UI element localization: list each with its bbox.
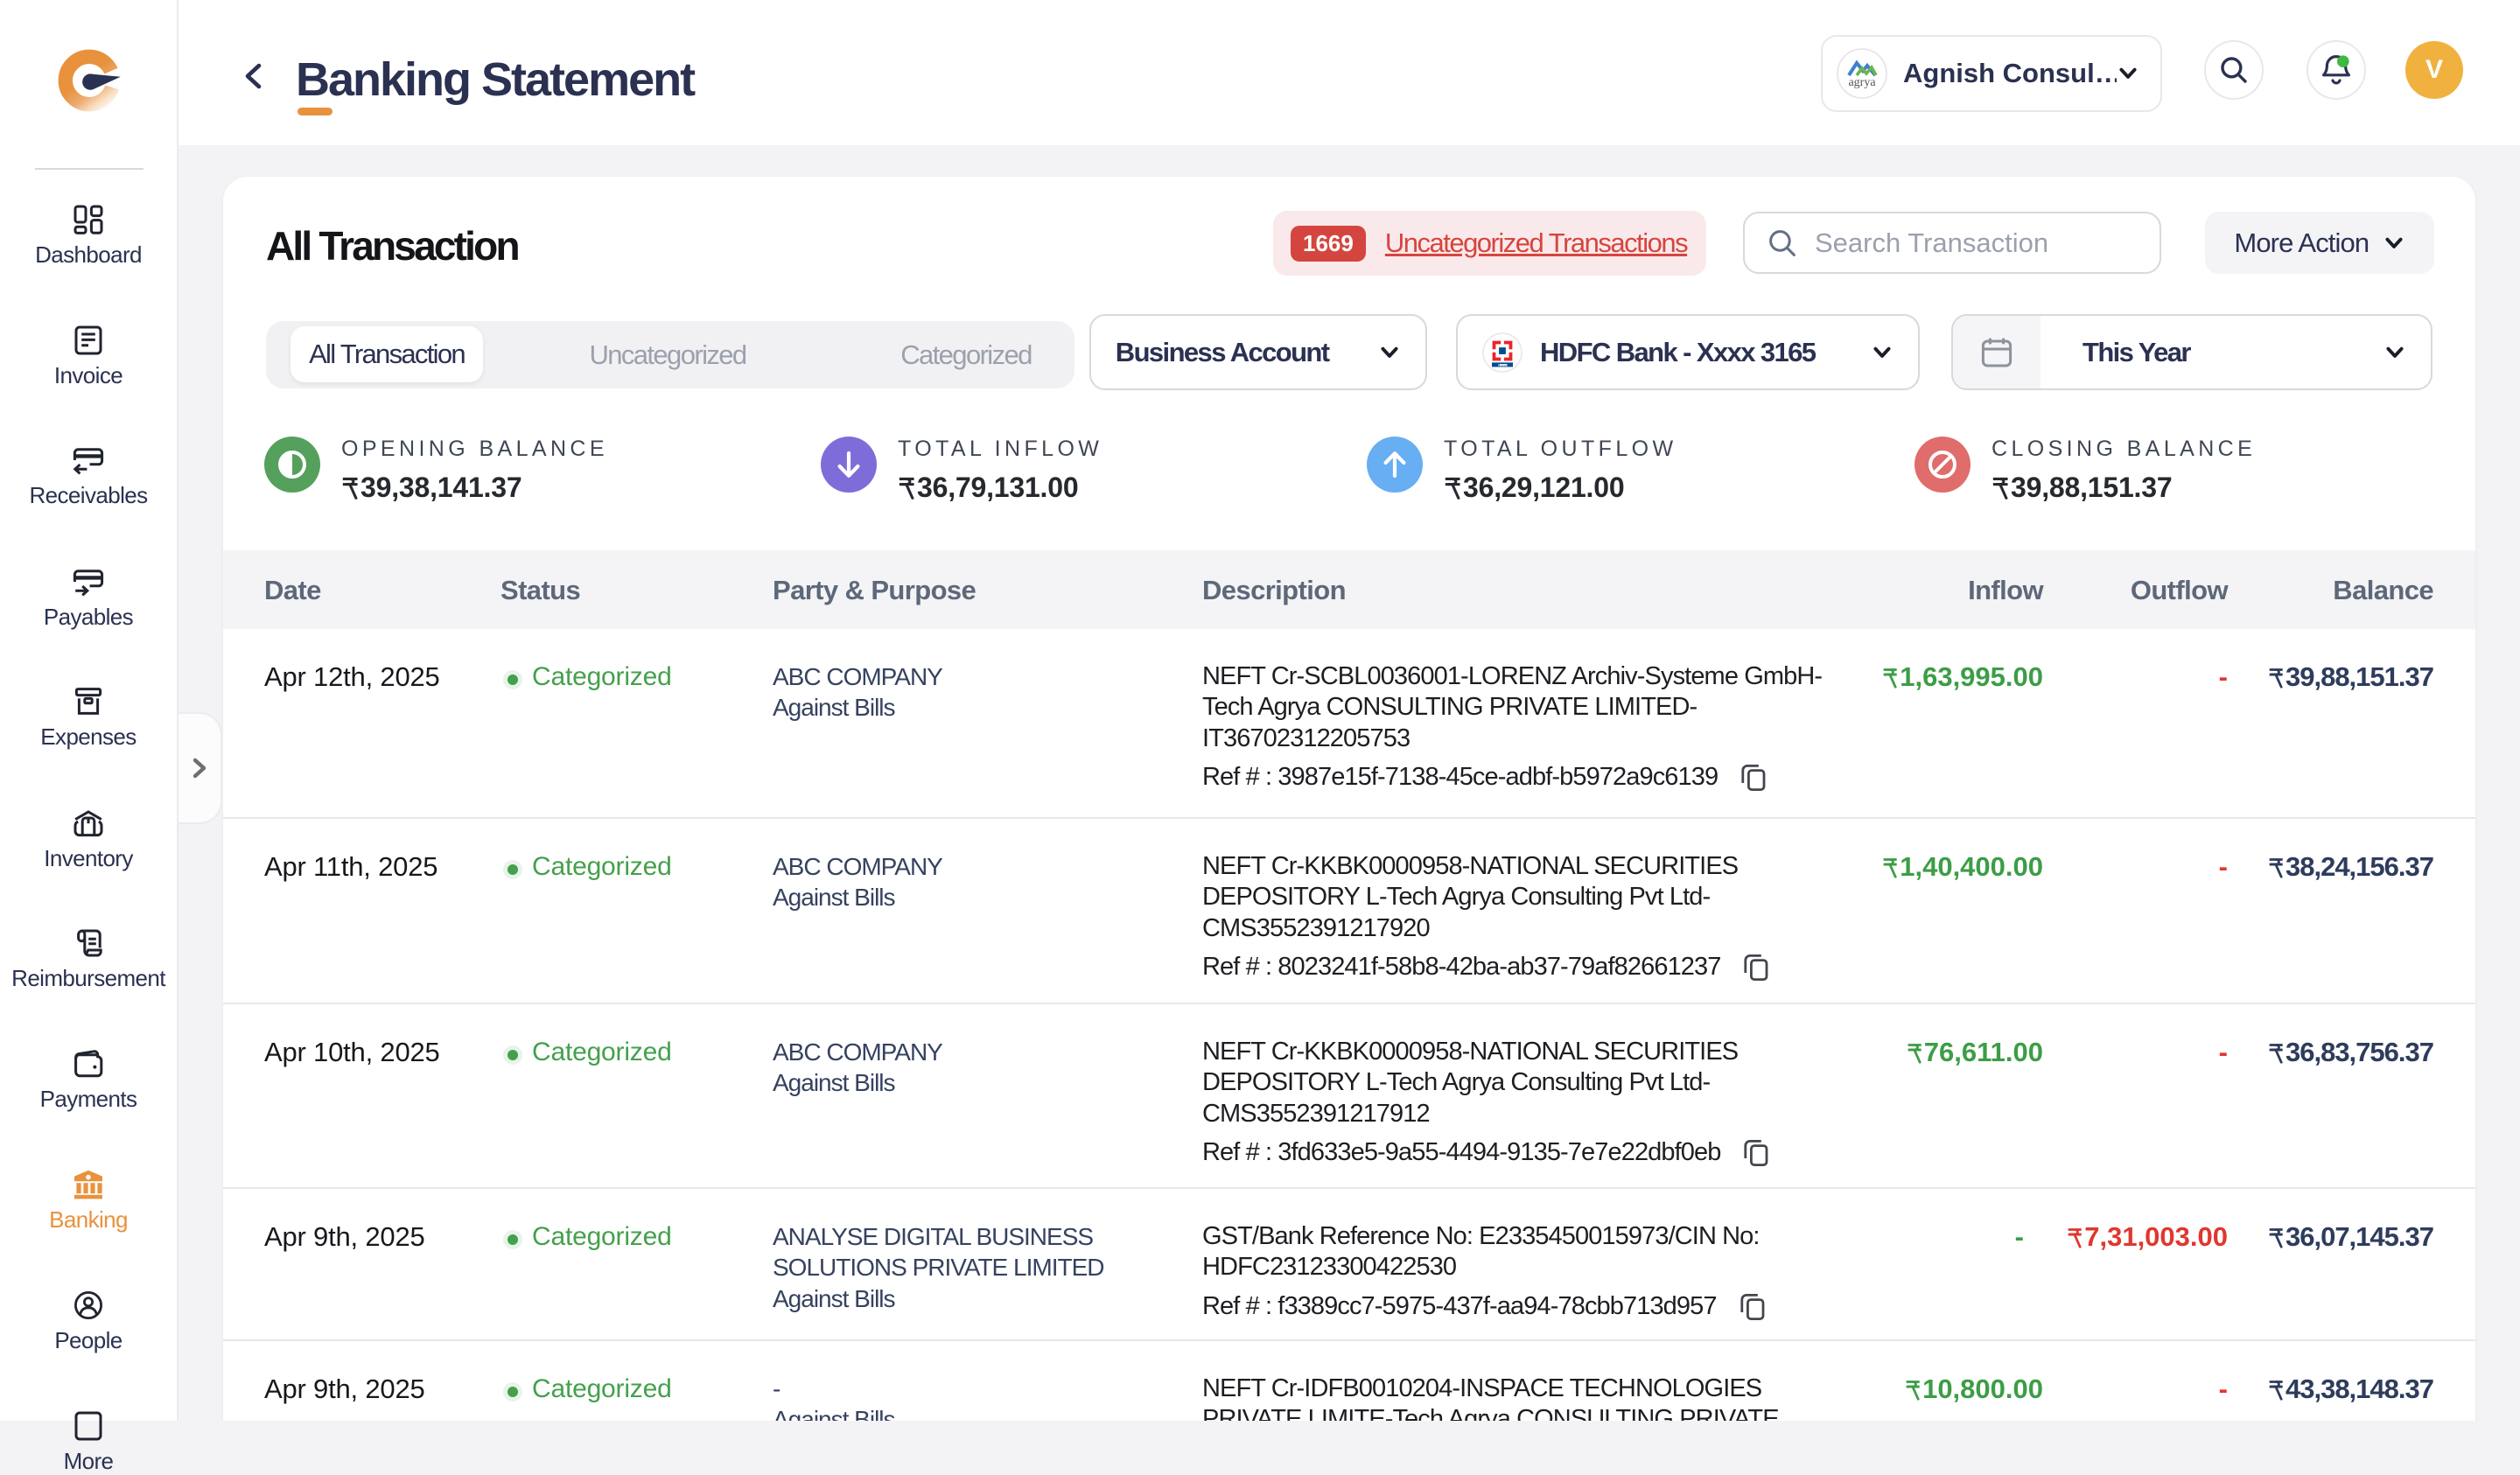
- svg-text:agrya: agrya: [1848, 76, 1876, 89]
